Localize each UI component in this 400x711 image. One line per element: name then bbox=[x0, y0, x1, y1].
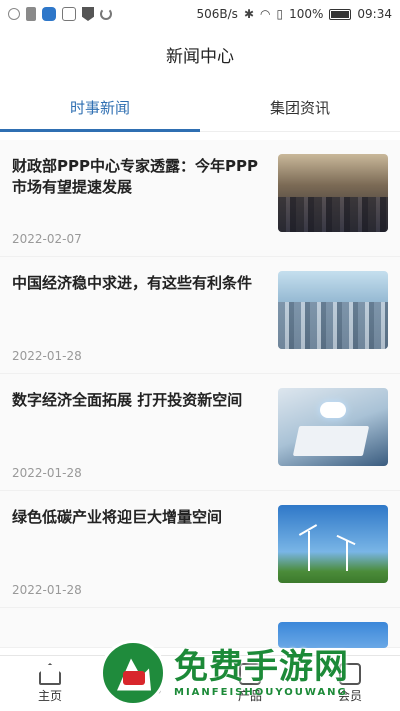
status-bar-left bbox=[8, 7, 112, 21]
app-header: 新闻中心 bbox=[0, 28, 400, 80]
watermark-logo-icon bbox=[100, 639, 166, 706]
shield-icon bbox=[82, 7, 94, 21]
wifi-icon: ◠ bbox=[260, 7, 271, 21]
network-speed: 506B/s bbox=[196, 7, 238, 21]
news-title: 绿色低碳产业将迎巨大增量空间 bbox=[12, 508, 223, 526]
news-thumbnail bbox=[278, 154, 388, 232]
page-title: 新闻中心 bbox=[166, 46, 234, 67]
news-title: 财政部PPP中心专家透露：今年PPP市场有望提速发展 bbox=[12, 157, 258, 196]
news-list: 财政部PPP中心专家透露：今年PPP市场有望提速发展 2022-02-07 中国… bbox=[0, 140, 400, 648]
status-bar: 506B/s ✱ ◠ ▯ 100% 09:34 bbox=[0, 0, 400, 28]
tab-group-news[interactable]: 集团资讯 bbox=[200, 84, 400, 131]
watermark-text: 免费手游网 MIANFEISHOUYOUWANG bbox=[174, 647, 349, 698]
watermark-main: 免费手游网 bbox=[174, 647, 349, 687]
news-thumbnail bbox=[278, 271, 388, 349]
news-date: 2022-02-07 bbox=[12, 232, 82, 246]
status-bar-right: 506B/s ✱ ◠ ▯ 100% 09:34 bbox=[197, 7, 393, 21]
clock: 09:34 bbox=[357, 7, 392, 21]
news-title: 中国经济稳中求进，有这些有利条件 bbox=[12, 274, 253, 292]
news-item[interactable]: 数字经济全面拓展 打开投资新空间 2022-01-28 bbox=[0, 374, 400, 491]
news-item[interactable]: 中国经济稳中求进，有这些有利条件 2022-01-28 bbox=[0, 257, 400, 374]
news-thumbnail bbox=[278, 388, 388, 466]
news-date: 2022-01-28 bbox=[12, 466, 82, 480]
news-item[interactable]: 财政部PPP中心专家透露：今年PPP市场有望提速发展 2022-02-07 bbox=[0, 140, 400, 257]
home-icon bbox=[39, 663, 61, 685]
sim-icon bbox=[26, 7, 36, 21]
battery-percent: 100% bbox=[289, 7, 324, 21]
sync-icon bbox=[100, 8, 112, 20]
news-date: 2022-01-28 bbox=[12, 349, 82, 363]
site-watermark: 免费手游网 MIANFEISHOUYOUWANG bbox=[100, 634, 400, 711]
battery-icon bbox=[329, 8, 352, 20]
app-icon bbox=[42, 7, 56, 21]
news-thumbnail bbox=[278, 505, 388, 583]
news-title: 数字经济全面拓展 打开投资新空间 bbox=[12, 391, 243, 409]
infinity-icon bbox=[8, 8, 20, 20]
alert-sim-icon: ▯ bbox=[276, 7, 284, 21]
tab-bar: 时事新闻 集团资讯 bbox=[0, 84, 400, 132]
bluetooth-icon: ✱ bbox=[243, 7, 254, 21]
news-date: 2022-01-28 bbox=[12, 583, 82, 597]
nav-home[interactable]: 主页 bbox=[0, 656, 100, 711]
news-item[interactable]: 绿色低碳产业将迎巨大增量空间 2022-01-28 bbox=[0, 491, 400, 608]
tab-current-news[interactable]: 时事新闻 bbox=[0, 84, 200, 132]
watermark-sub: MIANFEISHOUYOUWANG bbox=[174, 687, 348, 698]
nav-home-label: 主页 bbox=[37, 689, 62, 703]
square-icon bbox=[62, 7, 76, 21]
